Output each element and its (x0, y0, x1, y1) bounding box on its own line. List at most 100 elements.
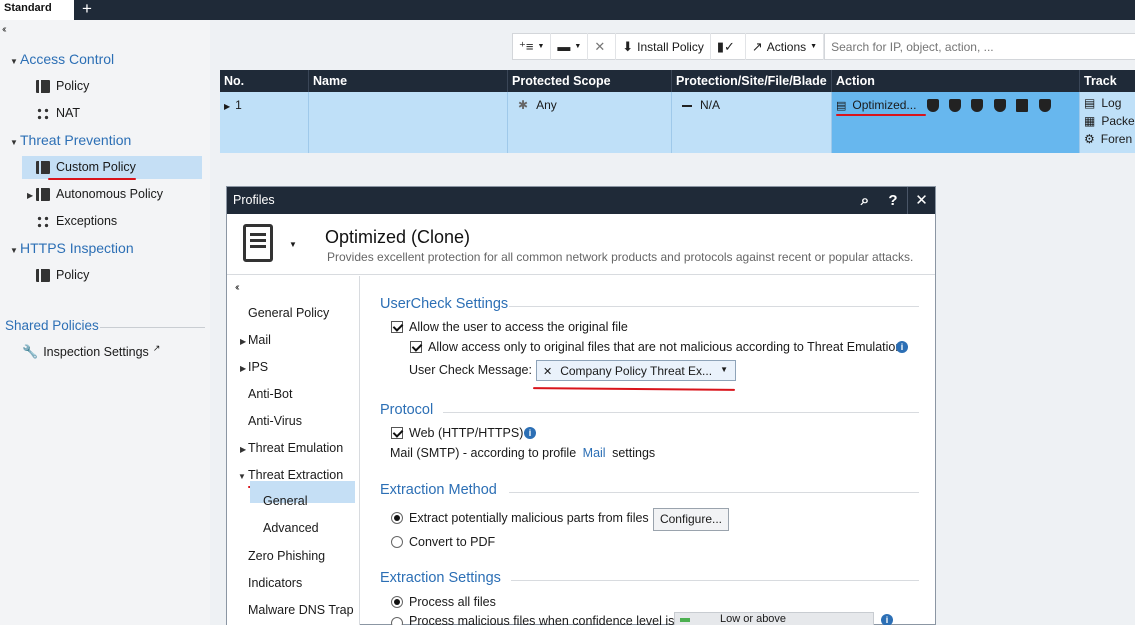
col-no[interactable]: No. (220, 70, 309, 92)
web-protocol-checkbox[interactable] (391, 427, 403, 439)
nav-item-nat[interactable]: NAT (36, 106, 80, 120)
nav-te-general[interactable]: General (263, 494, 307, 508)
col-name[interactable]: Name (309, 70, 508, 92)
log-icon: ▤ (1084, 96, 1096, 110)
chevron-down-icon: ▼ (720, 365, 728, 374)
nav-te-advanced[interactable]: Advanced (263, 521, 319, 535)
usercheck-object-icon: ✕ (543, 366, 553, 378)
nav-label: Policy (56, 268, 90, 282)
info-icon[interactable]: i (881, 614, 893, 625)
convert-pdf-radio[interactable] (391, 536, 403, 548)
nav-label: Autonomous Policy (56, 187, 164, 201)
collapse-threat-extraction-icon[interactable]: ▼ (238, 472, 246, 481)
cell-no: ▶ 1 (220, 92, 309, 153)
chevron-down-icon: ▼ (574, 43, 582, 50)
info-icon[interactable]: i (524, 427, 536, 439)
col-action[interactable]: Action (832, 70, 1080, 92)
nav-anti-virus[interactable]: Anti-Virus (248, 414, 302, 428)
nav-item-custom-policy[interactable]: Custom Policy (36, 160, 136, 174)
configure-button[interactable]: Configure... (653, 508, 729, 531)
profile-description[interactable]: Provides excellent protection for all co… (327, 250, 913, 264)
mail-protocol-text: Mail (SMTP) - according to profile Mail … (390, 446, 655, 460)
collapse-nav-icon[interactable]: ‹‹ (2, 24, 6, 35)
confidence-level-select[interactable]: Low or above (674, 612, 874, 625)
verify-button[interactable]: ▮✓ (711, 33, 746, 60)
action-value[interactable]: Optimized... (852, 98, 916, 112)
profile-name[interactable]: Optimized (Clone) (325, 227, 470, 248)
expand-https-icon[interactable]: ▼ (10, 246, 18, 255)
process-malicious-radio[interactable] (391, 617, 403, 625)
nav-threat-prevention[interactable]: Threat Prevention (20, 132, 131, 148)
delete-button[interactable]: ✕ (588, 33, 617, 60)
add-tab-button[interactable]: + (78, 0, 96, 20)
process-malicious-label: Process malicious files when confidence … (409, 614, 678, 625)
cell-track[interactable]: ▤ Log ▦ Packe ⚙ Foren (1080, 92, 1135, 153)
nav-mail[interactable]: Mail (248, 333, 271, 347)
chevron-down-icon[interactable]: ▼ (289, 240, 297, 249)
section-button[interactable]: ▬ ▼ (551, 33, 589, 60)
expand-autonomous-icon[interactable]: ▶ (27, 191, 33, 200)
expand-mail-icon[interactable]: ▶ (240, 337, 246, 346)
add-rule-button[interactable]: ⁺≡ ▼ (513, 33, 552, 60)
profile-document-icon[interactable] (243, 224, 273, 262)
nav-item-https-policy[interactable]: Policy (36, 268, 89, 282)
nav-zero-phishing[interactable]: Zero Phishing (248, 549, 325, 563)
process-all-radio[interactable] (391, 596, 403, 608)
search-icon[interactable]: ⌕ (851, 187, 879, 214)
extract-parts-radio[interactable] (391, 512, 403, 524)
expand-access-control-icon[interactable]: ▼ (10, 57, 18, 66)
nav-access-control[interactable]: Access Control (20, 51, 114, 67)
col-protected-scope[interactable]: Protected Scope (508, 70, 672, 92)
cell-scope[interactable]: ✱ Any (508, 92, 672, 153)
user-check-message-select[interactable]: ✕ Company Policy Threat Ex... ▼ (536, 360, 736, 381)
nav-ips[interactable]: IPS (248, 360, 268, 374)
nav-general-policy[interactable]: General Policy (248, 306, 329, 320)
nav-shared-policies[interactable]: Shared Policies (5, 318, 99, 333)
expand-threat-prevention-icon[interactable]: ▼ (10, 138, 18, 147)
red-annotation-underline (532, 387, 736, 391)
expand-threat-emulation-icon[interactable]: ▶ (240, 445, 246, 454)
nav-item-autonomous-policy[interactable]: Autonomous Policy (36, 187, 163, 201)
info-icon[interactable]: i (896, 341, 908, 353)
allow-original-checkbox[interactable] (391, 321, 403, 333)
close-icon[interactable]: ✕ (907, 187, 935, 214)
mail-settings-link[interactable]: Mail (583, 446, 606, 460)
col-track[interactable]: Track (1080, 70, 1135, 92)
cell-action[interactable]: ▤ Optimized... (832, 92, 1080, 153)
expand-row-icon[interactable]: ▶ (224, 102, 230, 111)
confidence-level-value: Low or above (720, 613, 787, 625)
profile-header: ▼ Optimized (Clone) Provides excellent p… (227, 214, 935, 275)
help-icon[interactable]: ? (879, 187, 907, 214)
external-link-icon[interactable]: ↗ (153, 343, 161, 354)
nav-threat-emulation[interactable]: Threat Emulation (248, 441, 343, 455)
nav-malware-dns-trap[interactable]: Malware DNS Trap (248, 603, 354, 617)
nav-label: Custom Policy (56, 160, 136, 174)
allow-only-checkbox[interactable] (410, 341, 422, 353)
nav-https-inspection[interactable]: HTTPS Inspection (20, 240, 134, 256)
search-input[interactable] (824, 34, 1135, 59)
cell-name[interactable] (309, 92, 508, 153)
collapse-nav-icon[interactable]: ‹‹ (235, 282, 239, 293)
install-policy-button[interactable]: ⬇ Install Policy (616, 33, 711, 60)
nav-label: NAT (56, 106, 81, 120)
nav-threat-extraction[interactable]: Threat Extraction (248, 468, 343, 482)
install-policy-label: Install Policy (637, 39, 704, 54)
col-protection[interactable]: Protection/Site/File/Blade (672, 70, 832, 92)
nav-item-access-policy[interactable]: Policy (36, 79, 89, 93)
nav-anti-bot[interactable]: Anti-Bot (248, 387, 292, 401)
dialog-title: Profiles (233, 193, 275, 207)
red-annotation-underline (48, 178, 136, 180)
expand-ips-icon[interactable]: ▶ (240, 364, 246, 373)
protection-value: N/A (700, 98, 721, 112)
section-icon: ▬ (557, 39, 571, 54)
nav-item-exceptions[interactable]: Exceptions (36, 214, 117, 228)
nav-indicators[interactable]: Indicators (248, 576, 302, 590)
extraction-settings-section-title: Extraction Settings (380, 570, 501, 586)
anti-virus-icon (971, 99, 984, 113)
extract-parts-label: Extract potentially malicious parts from… (409, 511, 649, 525)
tab-standard[interactable]: Standard (0, 0, 74, 20)
cell-protection[interactable]: N/A (672, 92, 832, 153)
nav-item-inspection-settings[interactable]: 🔧 Inspection Settings ↗ (22, 343, 161, 360)
table-row[interactable]: ▶ 1 ✱ Any N/A ▤ Optimized... ▤ Log ▦ Packe ⚙ F… (220, 92, 1135, 153)
actions-button[interactable]: ↗ Actions ▼ (746, 33, 825, 60)
